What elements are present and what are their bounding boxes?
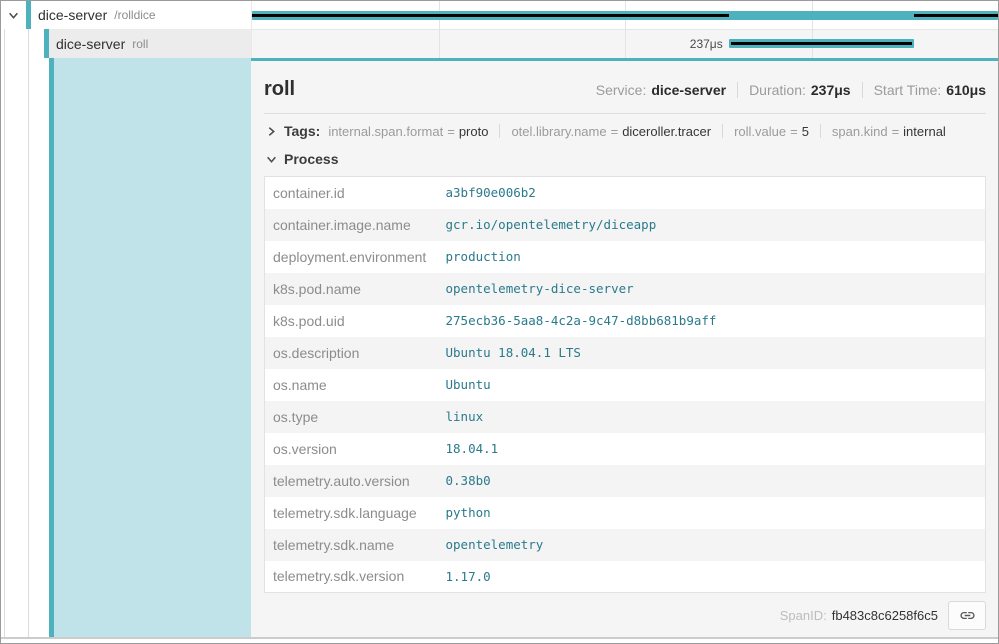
process-value-cell: 1.17.0 <box>438 561 986 593</box>
critical-path-segment <box>914 14 998 17</box>
process-header-row[interactable]: Process <box>264 141 986 171</box>
duration-label: Duration: <box>749 82 806 98</box>
link-icon <box>959 607 976 624</box>
span-service-name: dice-server <box>38 7 107 23</box>
process-key-cell: k8s.pod.name <box>265 273 438 305</box>
critical-path-segment <box>731 42 912 45</box>
process-value-cell: Ubuntu 18.04.1 LTS <box>438 337 986 369</box>
chevron-down-icon <box>266 154 277 165</box>
span-duration-label: 237μs <box>690 37 723 51</box>
deep-link-button[interactable] <box>948 601 986 630</box>
divider <box>737 82 738 98</box>
process-key-cell: os.version <box>265 433 438 465</box>
process-value-cell: python <box>438 497 986 529</box>
table-row: os.descriptionUbuntu 18.04.1 LTS <box>265 337 986 369</box>
spanid-value: fb483c8c6258f6c5 <box>832 608 938 623</box>
trace-timeline: dice-server /rolldice dice-server roll 2… <box>1 1 998 58</box>
table-row: os.version18.04.1 <box>265 433 986 465</box>
chevron-right-icon <box>266 126 277 137</box>
span-operation-name: roll <box>132 37 148 51</box>
process-key-cell: k8s.pod.uid <box>265 305 438 337</box>
span-detail-section: roll Service: dice-server Duration: 237μ… <box>1 58 998 639</box>
table-row: k8s.pod.uid275ecb36-5aa8-4c2a-9c47-d8bb6… <box>265 305 986 337</box>
service-label: Service: <box>596 82 647 98</box>
process-label: Process <box>284 151 338 167</box>
divider <box>499 124 500 138</box>
spanid-label: SpanID: <box>780 608 827 623</box>
process-key-cell: os.description <box>265 337 438 369</box>
tag-item: internal.span.format=proto <box>328 124 488 139</box>
span-service-name: dice-server <box>56 36 125 52</box>
span-meta: Service: dice-server Duration: 237μs Sta… <box>596 82 986 98</box>
timeline-row-roll: 237μs <box>252 29 998 58</box>
indent-guide <box>4 29 5 637</box>
tags-header-row[interactable]: Tags: internal.span.format=proto otel.li… <box>264 114 986 141</box>
process-kv-table: container.ida3bf90e006b2 container.image… <box>264 176 986 593</box>
process-value-cell: 0.38b0 <box>438 465 986 497</box>
process-value-cell: a3bf90e006b2 <box>438 177 986 209</box>
process-value-cell: opentelemetry <box>438 529 986 561</box>
duration-value: 237μs <box>811 82 851 98</box>
table-row: os.nameUbuntu <box>265 369 986 401</box>
detail-header: roll Service: dice-server Duration: 237μ… <box>264 61 986 101</box>
indent-guide <box>28 29 29 637</box>
child-span-bar[interactable] <box>729 39 914 48</box>
tag-item: span.kind=internal <box>832 124 946 139</box>
span-name-column: dice-server /rolldice dice-server roll <box>1 1 251 58</box>
process-key-cell: deployment.environment <box>265 241 438 273</box>
start-time-value: 610μs <box>946 82 986 98</box>
table-row: telemetry.auto.version0.38b0 <box>265 465 986 497</box>
table-row: telemetry.sdk.version1.17.0 <box>265 561 986 593</box>
process-key-cell: os.type <box>265 401 438 433</box>
chevron-down-icon <box>8 10 19 21</box>
span-operation-name: /rolldice <box>114 8 155 22</box>
selected-span-fill <box>54 58 251 637</box>
process-value-cell: opentelemetry-dice-server <box>438 273 986 305</box>
process-value-cell: linux <box>438 401 986 433</box>
tag-item: otel.library.name=diceroller.tracer <box>511 124 711 139</box>
divider <box>820 124 821 138</box>
process-value-cell: production <box>438 241 986 273</box>
start-time-label: Start Time: <box>874 82 942 98</box>
span-detail-panel: roll Service: dice-server Duration: 237μ… <box>251 58 998 637</box>
process-value-cell: Ubuntu <box>438 369 986 401</box>
table-row: os.typelinux <box>265 401 986 433</box>
service-value: dice-server <box>651 82 726 98</box>
table-row: container.ida3bf90e006b2 <box>265 177 986 209</box>
timeline-row-rolldice <box>252 1 998 29</box>
detail-footer: SpanID: fb483c8c6258f6c5 <box>264 601 986 630</box>
span-row-rolldice[interactable]: dice-server /rolldice <box>1 1 251 29</box>
divider <box>722 124 723 138</box>
table-row: k8s.pod.nameopentelemetry-dice-server <box>265 273 986 305</box>
tag-item: roll.value=5 <box>734 124 809 139</box>
process-key-cell: container.image.name <box>265 209 438 241</box>
process-value-cell: gcr.io/opentelemetry/diceapp <box>438 209 986 241</box>
table-row: container.image.namegcr.io/opentelemetry… <box>265 209 986 241</box>
process-key-cell: container.id <box>265 177 438 209</box>
span-color-bar <box>26 1 31 29</box>
process-key-cell: telemetry.auto.version <box>265 465 438 497</box>
root-span-bar[interactable] <box>252 11 998 20</box>
process-key-cell: telemetry.sdk.language <box>265 497 438 529</box>
span-row-roll[interactable]: dice-server roll <box>1 29 251 58</box>
table-row: deployment.environmentproduction <box>265 241 986 273</box>
jaeger-trace-window: dice-server /rolldice dice-server roll 2… <box>0 0 999 644</box>
span-title: roll <box>264 78 295 101</box>
process-key-cell: telemetry.sdk.version <box>265 561 438 593</box>
collapse-toggle[interactable] <box>7 10 19 21</box>
divider <box>862 82 863 98</box>
table-row: telemetry.sdk.languagepython <box>265 497 986 529</box>
column-resizer[interactable] <box>249 1 253 58</box>
detail-indent-column <box>1 58 251 637</box>
process-key-cell: os.name <box>265 369 438 401</box>
table-row: telemetry.sdk.nameopentelemetry <box>265 529 986 561</box>
process-value-cell: 275ecb36-5aa8-4c2a-9c47-d8bb681b9aff <box>438 305 986 337</box>
process-value-cell: 18.04.1 <box>438 433 986 465</box>
process-key-cell: telemetry.sdk.name <box>265 529 438 561</box>
tags-label: Tags: <box>284 123 320 139</box>
critical-path-segment <box>252 14 729 17</box>
span-bars-column: 237μs <box>251 1 998 58</box>
span-color-bar <box>44 29 49 58</box>
